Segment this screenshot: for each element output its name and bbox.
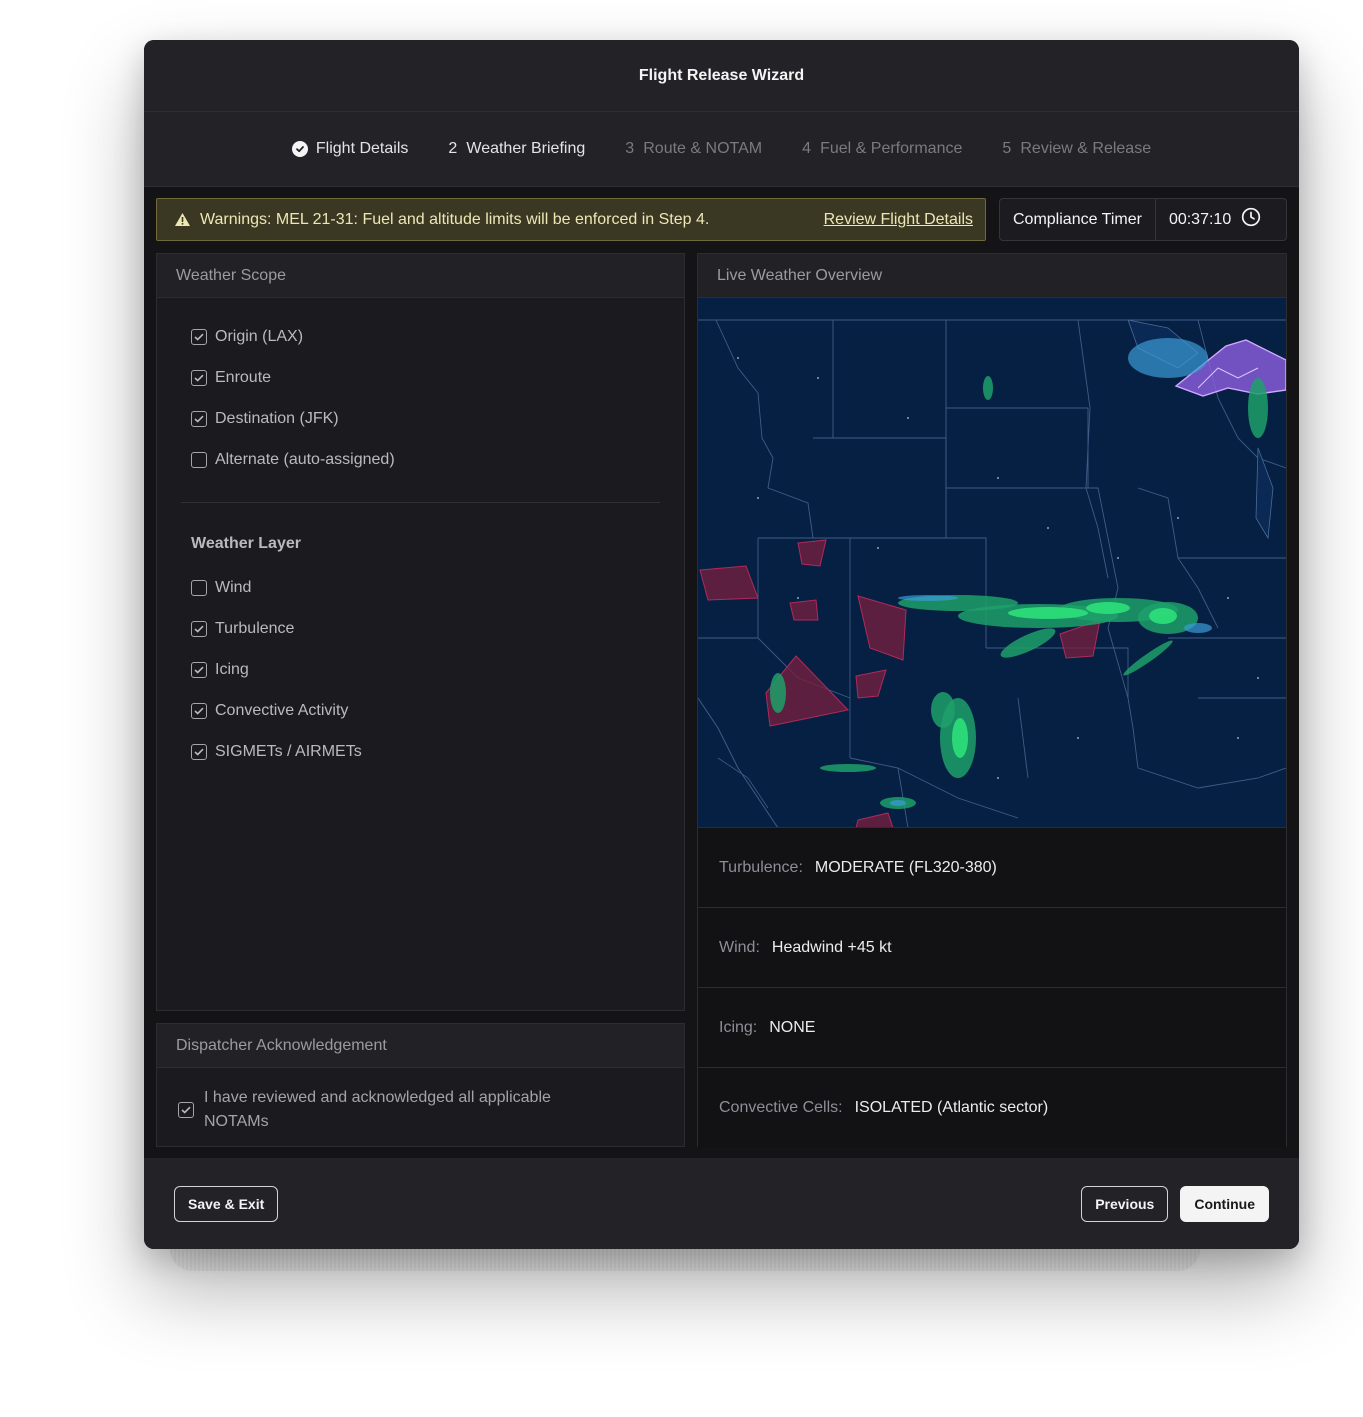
checkbox-alternate[interactable]: Alternate (auto-assigned) [157, 439, 684, 480]
weather-scope-panel: Weather Scope Origin (LAX) Enroute Desti… [156, 253, 685, 1011]
step-fuel-performance[interactable]: 4 Fuel & Performance [802, 140, 962, 158]
checkbox-label: Destination (JFK) [215, 409, 339, 427]
checkbox-enroute[interactable]: Enroute [157, 357, 684, 398]
checkbox-label: Alternate (auto-assigned) [215, 450, 395, 468]
step-label: Fuel & Performance [820, 140, 963, 157]
wx-value: NONE [769, 1018, 816, 1036]
timer-label: Compliance Timer [1000, 199, 1156, 240]
step-number: 4 [802, 140, 811, 157]
step-review-release[interactable]: 5 Review & Release [1002, 140, 1151, 158]
wizard-body: Warnings: MEL 21-31: Fuel and altitude l… [144, 187, 1299, 1158]
checkbox-label: Icing [215, 660, 249, 678]
checkbox-label: Enroute [215, 368, 272, 386]
checkbox-checked-icon [178, 1102, 194, 1118]
checkbox-checked-icon [191, 410, 207, 427]
window-title: Flight Release Wizard [638, 66, 805, 84]
checkbox-checked-icon [191, 328, 207, 345]
checkbox-turbulence[interactable]: Turbulence [157, 608, 684, 649]
warning-triangle-icon [174, 212, 191, 227]
ack-checkbox[interactable]: I have reviewed and acknowledged all app… [157, 1068, 684, 1134]
wizard-window: Flight Release Wizard Flight Details 2 W… [144, 40, 1299, 1249]
checkbox-checked-icon [191, 743, 207, 760]
wizard-footer: Save & Exit Previous Continue [144, 1158, 1299, 1249]
checkbox-checked-icon [191, 369, 207, 386]
wx-row-convective: Convective Cells: ISOLATED (Atlantic sec… [698, 1068, 1286, 1148]
checkbox-destination[interactable]: Destination (JFK) [157, 398, 684, 439]
wx-label: Wind: [719, 938, 760, 956]
step-number: 2 [448, 140, 458, 157]
wx-value: MODERATE (FL320-380) [814, 858, 997, 876]
panel-header: Dispatcher Acknowledgement [157, 1024, 684, 1068]
checkbox-label: Convective Activity [215, 701, 349, 719]
wx-label: Turbulence: [719, 858, 803, 876]
step-label: Review & Release [1020, 140, 1152, 157]
clock-icon [1241, 207, 1261, 232]
continue-button[interactable]: Continue [1180, 1185, 1269, 1222]
panel-header: Weather Scope [157, 254, 684, 298]
panel-header: Live Weather Overview [698, 254, 1286, 298]
checkbox-label: Origin (LAX) [215, 327, 304, 345]
step-flight-details[interactable]: Flight Details [291, 140, 409, 158]
wx-row-icing: Icing: NONE [698, 988, 1286, 1068]
checkbox-origin[interactable]: Origin (LAX) [157, 316, 684, 357]
step-label: Route & NOTAM [643, 140, 763, 157]
live-weather-panel: Live Weather Overview Turbulence: MODERA… [697, 253, 1287, 1148]
checkbox-label: Turbulence [215, 619, 295, 637]
wx-label: Convective Cells: [719, 1099, 843, 1116]
step-number: 3 [625, 140, 635, 157]
step-number: 5 [1002, 140, 1012, 157]
window-shadow [170, 1249, 1200, 1271]
ack-text: I have reviewed and acknowledged all app… [204, 1089, 551, 1130]
checkbox-checked-icon [191, 620, 207, 637]
wx-row-wind: Wind: Headwind +45 kt [698, 908, 1286, 988]
checkbox-checked-icon [191, 661, 207, 678]
checkbox-label: Wind [215, 578, 252, 596]
title-bar: Flight Release Wizard [144, 40, 1299, 112]
wx-label: Icing: [719, 1018, 758, 1036]
weather-map-graphic [698, 298, 1286, 827]
weather-layer-title: Weather Layer [191, 535, 301, 552]
warning-banner: Warnings: MEL 21-31: Fuel and altitude l… [156, 198, 986, 241]
step-label: Flight Details [315, 140, 409, 157]
dispatcher-ack-panel: Dispatcher Acknowledgement I have review… [156, 1023, 685, 1147]
previous-button[interactable]: Previous [1081, 1185, 1169, 1222]
checkbox-unchecked-icon [191, 579, 207, 596]
compliance-timer: Compliance Timer 00:37:10 [999, 198, 1287, 241]
checkbox-icing[interactable]: Icing [157, 649, 684, 690]
review-flight-details-link[interactable]: Review Flight Details [824, 211, 973, 229]
checkbox-label: SIGMETs / AIRMETs [215, 742, 362, 760]
check-circle-icon [291, 141, 308, 157]
checkbox-convective[interactable]: Convective Activity [157, 690, 684, 731]
step-weather-briefing[interactable]: 2 Weather Briefing [448, 140, 585, 158]
checkbox-wind[interactable]: Wind [157, 567, 684, 608]
weather-map[interactable] [698, 298, 1286, 828]
save-exit-button[interactable]: Save & Exit [174, 1185, 279, 1222]
step-label: Weather Briefing [466, 140, 586, 157]
wx-value: Headwind +45 kt [771, 938, 892, 956]
section-divider [181, 502, 660, 503]
timer-value: 00:37:10 [1168, 210, 1232, 228]
checkbox-unchecked-icon [191, 451, 207, 468]
checkbox-sigmets-airmets[interactable]: SIGMETs / AIRMETs [157, 731, 684, 772]
wx-row-turbulence: Turbulence: MODERATE (FL320-380) [698, 828, 1286, 908]
wx-value: ISOLATED (Atlantic sector) [854, 1099, 1049, 1116]
warning-text: Warnings: MEL 21-31: Fuel and altitude l… [200, 210, 710, 228]
wizard-stepper: Flight Details 2 Weather Briefing 3 Rout… [144, 112, 1299, 187]
checkbox-checked-icon [191, 702, 207, 719]
step-route-notam[interactable]: 3 Route & NOTAM [625, 140, 762, 158]
